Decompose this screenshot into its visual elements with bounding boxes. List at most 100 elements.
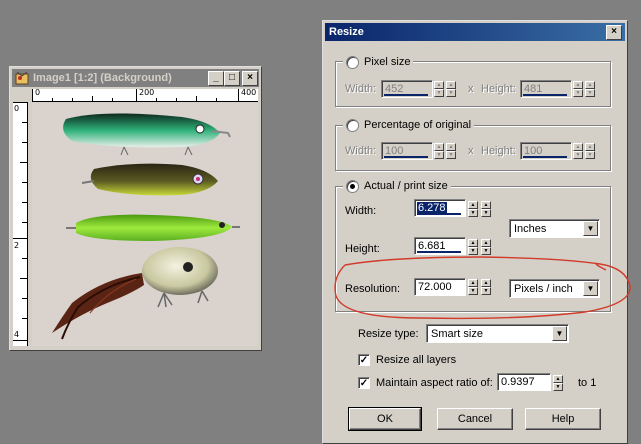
spin-up-icon[interactable]: ▲ (468, 201, 478, 209)
maintain-aspect-label: Maintain aspect ratio of: (376, 377, 493, 389)
spin-down-icon[interactable]: ▼ (481, 247, 491, 255)
spin-up-icon[interactable]: ▲ (434, 143, 444, 151)
dialog-title: Resize (329, 26, 364, 38)
help-button[interactable]: Help (525, 408, 601, 430)
spin-up-icon[interactable]: ▲ (481, 201, 491, 209)
percent-height-spinner[interactable]: ▲ ▼ (573, 143, 583, 159)
minimize-icon: _ (213, 72, 219, 83)
spin-down-icon[interactable]: ▼ (468, 209, 478, 217)
ruler-vlabel-4: 4 (14, 330, 20, 339)
maintain-aspect-checkbox[interactable]: ✓ (358, 377, 370, 389)
maximize-button[interactable]: □ (224, 71, 240, 86)
pixel-height-spinner[interactable]: ▲ ▼ (573, 81, 583, 97)
spin-down-icon[interactable]: ▼ (481, 209, 491, 217)
spin-up-icon[interactable]: ▲ (468, 279, 478, 287)
radio-circle[interactable] (346, 118, 359, 132)
pixel-height-field[interactable]: 481 (520, 80, 572, 98)
chevron-down-icon[interactable]: ▼ (583, 221, 598, 236)
close-icon: × (247, 72, 253, 83)
fishing-lures-photo (32, 103, 258, 346)
aspect-ratio-field[interactable]: 0.9397 (497, 373, 551, 391)
field-underline (523, 94, 567, 96)
close-button[interactable]: × (242, 71, 258, 86)
resolution-units-dropdown[interactable]: Pixels / inch ▼ (509, 279, 600, 298)
horizontal-ruler: 0 200 400 (32, 89, 258, 102)
minimize-button[interactable]: _ (208, 71, 224, 86)
percentage-radio[interactable]: Percentage of original (343, 118, 475, 132)
ok-button[interactable]: OK (348, 407, 422, 431)
spin-down-icon[interactable]: ▼ (446, 89, 456, 97)
pixel-height-stepper[interactable]: ▲ ▼ (585, 81, 595, 97)
image-window[interactable]: Image1 [1:2] (Background) _ □ × 0 200 40… (9, 66, 262, 351)
dialog-titlebar[interactable]: Resize × (325, 23, 625, 41)
print-height-field[interactable]: 6.681 (414, 237, 466, 255)
spin-up-icon[interactable]: ▲ (585, 143, 595, 151)
pixel-width-field[interactable]: 452 (381, 80, 433, 98)
ruler-vlabel-0: 0 (14, 104, 20, 113)
spin-up-icon[interactable]: ▲ (585, 81, 595, 89)
resize-dialog[interactable]: Resize × Pixel size Width: 452 ▲ ▼ ▲ ▼ x H… (322, 20, 628, 444)
resolution-field[interactable]: 72.000 (414, 278, 466, 296)
percent-width-stepper[interactable]: ▲ ▼ (446, 143, 456, 159)
print-width-field[interactable]: 6.278 (414, 199, 466, 217)
chevron-down-icon[interactable]: ▼ (583, 281, 598, 296)
pixel-size-radio[interactable]: Pixel size (343, 55, 414, 69)
resize-all-layers-checkbox[interactable]: ✓ (358, 354, 370, 366)
percent-x-label: x (468, 145, 474, 157)
resolution-units-value: Pixels / inch (514, 283, 573, 295)
resolution-spinner[interactable]: ▲ ▼ (468, 279, 478, 295)
ruler-label-200: 200 (139, 89, 155, 97)
spin-down-icon[interactable]: ▼ (585, 89, 595, 97)
radio-circle-selected[interactable] (346, 179, 359, 193)
radio-circle[interactable] (346, 55, 359, 69)
print-height-stepper[interactable]: ▲ ▼ (481, 239, 491, 255)
spin-down-icon[interactable]: ▼ (481, 287, 491, 295)
percent-width-spinner[interactable]: ▲ ▼ (434, 143, 444, 159)
paint-shop-pro-icon (15, 71, 29, 85)
resize-all-layers-label: Resize all layers (376, 354, 457, 366)
resize-type-value: Smart size (431, 328, 483, 340)
spin-down-icon[interactable]: ▼ (468, 287, 478, 295)
spin-down-icon[interactable]: ▼ (468, 247, 478, 255)
field-underline (417, 251, 461, 253)
spin-up-icon[interactable]: ▲ (481, 239, 491, 247)
spin-down-icon[interactable]: ▼ (585, 151, 595, 159)
ruler-label-0: 0 (35, 89, 41, 97)
spin-up-icon[interactable]: ▲ (446, 143, 456, 151)
print-width-label: Width: (345, 205, 377, 217)
spin-up-icon[interactable]: ▲ (468, 239, 478, 247)
percent-height-stepper[interactable]: ▲ ▼ (585, 143, 595, 159)
image-window-titlebar[interactable]: Image1 [1:2] (Background) _ □ × (12, 69, 259, 87)
cancel-button[interactable]: Cancel (437, 408, 513, 430)
pixel-width-spinner[interactable]: ▲ ▼ (434, 81, 444, 97)
spin-down-icon[interactable]: ▼ (446, 151, 456, 159)
print-width-spinner[interactable]: ▲ ▼ (468, 201, 478, 217)
print-height-spinner[interactable]: ▲ ▼ (468, 239, 478, 255)
resolution-stepper[interactable]: ▲ ▼ (481, 279, 491, 295)
units-dropdown[interactable]: Inches ▼ (509, 219, 600, 238)
spin-down-icon[interactable]: ▼ (553, 383, 563, 391)
percent-width-field[interactable]: 100 (381, 142, 433, 160)
actual-size-radio[interactable]: Actual / print size (343, 179, 451, 193)
pixel-width-stepper[interactable]: ▲ ▼ (446, 81, 456, 97)
spin-up-icon[interactable]: ▲ (573, 81, 583, 89)
resize-type-label: Resize type: (358, 328, 419, 340)
aspect-ratio-spinner[interactable]: ▲ ▼ (553, 375, 563, 391)
spin-down-icon[interactable]: ▼ (573, 89, 583, 97)
print-width-stepper[interactable]: ▲ ▼ (481, 201, 491, 217)
spin-up-icon[interactable]: ▲ (573, 143, 583, 151)
percent-height-field[interactable]: 100 (520, 142, 572, 160)
spin-up-icon[interactable]: ▲ (553, 375, 563, 383)
resize-type-dropdown[interactable]: Smart size ▼ (426, 324, 569, 343)
spin-up-icon[interactable]: ▲ (434, 81, 444, 89)
spin-up-icon[interactable]: ▲ (446, 81, 456, 89)
spin-down-icon[interactable]: ▼ (573, 151, 583, 159)
pixel-height-label: Height: (481, 83, 516, 95)
dialog-close-button[interactable]: × (606, 25, 622, 40)
chevron-down-icon[interactable]: ▼ (552, 326, 567, 341)
spin-down-icon[interactable]: ▼ (434, 151, 444, 159)
image-canvas[interactable] (32, 103, 258, 346)
spin-up-icon[interactable]: ▲ (481, 279, 491, 287)
spin-down-icon[interactable]: ▼ (434, 89, 444, 97)
pixel-width-label: Width: (345, 83, 377, 95)
